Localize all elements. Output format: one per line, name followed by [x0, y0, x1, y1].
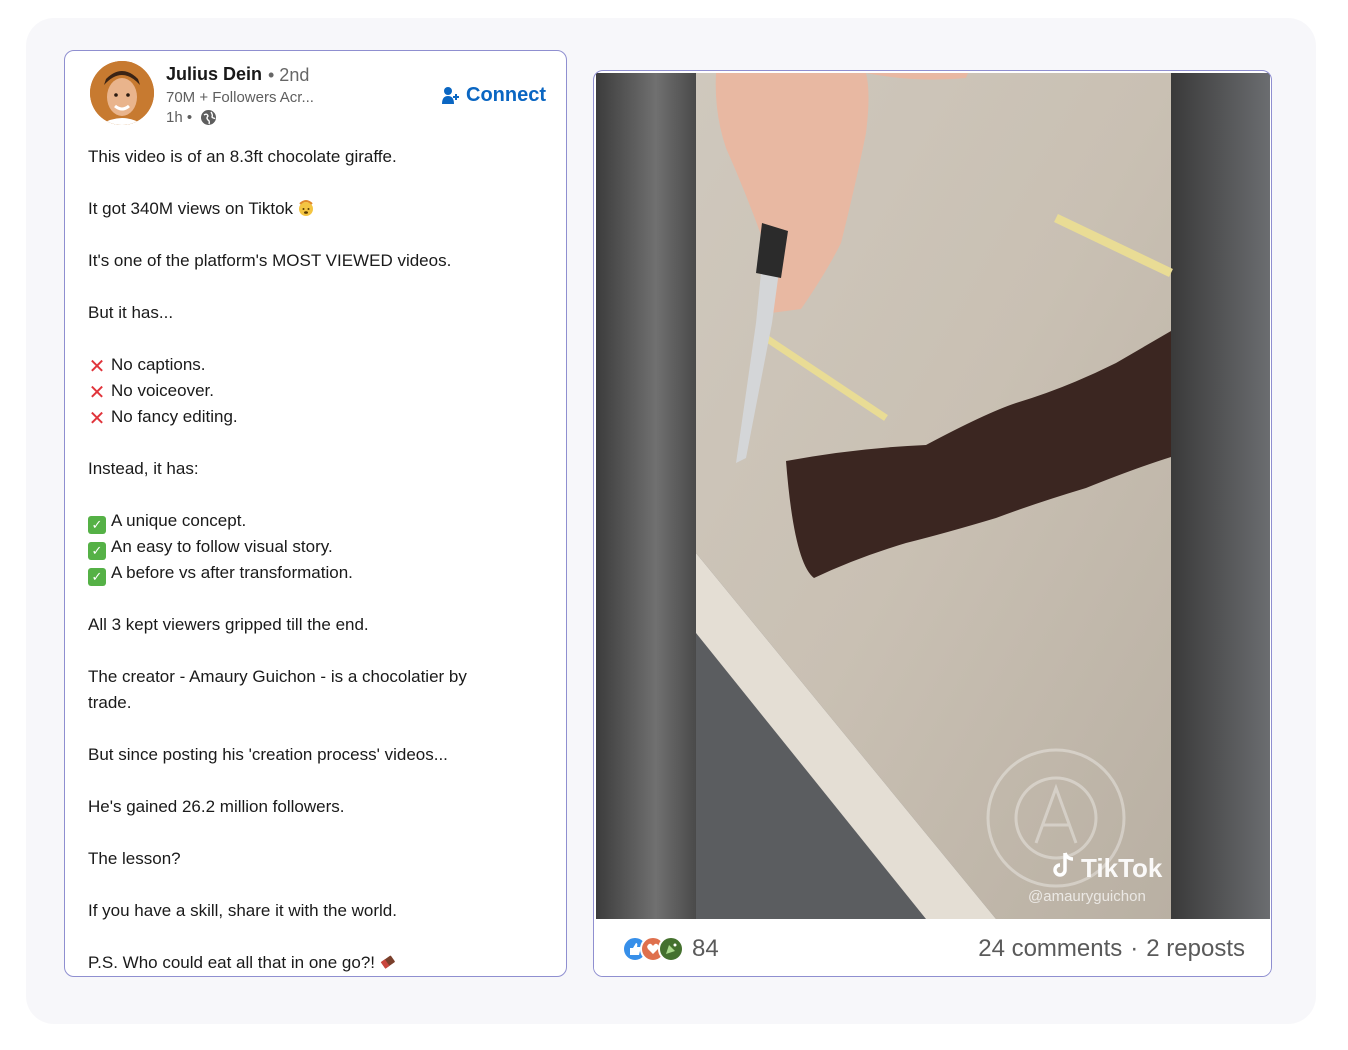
- celebrate-reaction-icon: [658, 936, 684, 962]
- connect-label: Connect: [466, 84, 546, 106]
- post-text-line: The lesson?: [88, 846, 548, 872]
- post-text-line: This video is of an 8.3ft chocolate gira…: [88, 144, 548, 170]
- video-frame-image: [596, 73, 1270, 919]
- check-mark-icon: ✓: [88, 516, 106, 534]
- add-person-icon: [442, 86, 460, 106]
- cross-mark-icon: ✕: [88, 382, 106, 404]
- connect-button[interactable]: Connect: [442, 84, 546, 107]
- post-text-line: [88, 820, 548, 846]
- post-text-line: [88, 872, 548, 898]
- post-text-content: No captions.: [111, 355, 206, 374]
- video-card: TikTok @amauryguichon 84 24 comments · 2…: [593, 70, 1272, 977]
- post-text-line: If you have a skill, share it with the w…: [88, 898, 548, 924]
- post-text-line: [88, 326, 548, 352]
- post-text-content: He's gained 26.2 million followers.: [88, 797, 345, 816]
- author-headline: 70M + Followers Acr...: [166, 89, 314, 106]
- post-text-line: [88, 716, 548, 742]
- post-text-content: No voiceover.: [111, 381, 214, 400]
- post-text-line: [88, 924, 548, 950]
- post-text-line: [88, 768, 548, 794]
- post-text-line: [88, 170, 548, 196]
- tiktok-brand: TikTok: [1081, 853, 1163, 883]
- post-text-line: trade.: [88, 690, 548, 716]
- cross-mark-icon: ✕: [88, 356, 106, 378]
- post-text-line: P.S. Who could eat all that in one go?!: [88, 950, 548, 976]
- post-text-content: A before vs after transformation.: [111, 563, 353, 582]
- post-text-content: If you have a skill, share it with the w…: [88, 901, 397, 920]
- avatar[interactable]: [90, 61, 154, 125]
- post-text-line: Instead, it has:: [88, 456, 548, 482]
- post-time: 1h •: [166, 109, 193, 126]
- tiktok-handle: @amauryguichon: [1028, 888, 1146, 905]
- post-text-line: ✓ A unique concept.: [88, 508, 548, 534]
- post-text-line: ✕ No fancy editing.: [88, 404, 548, 430]
- post-text-content: No fancy editing.: [111, 407, 238, 426]
- post-text-content: trade.: [88, 693, 132, 712]
- post-text-content: But since posting his 'creation process'…: [88, 745, 448, 764]
- post-text-content: It got 340M views on Tiktok: [88, 199, 294, 218]
- social-counts-bar: 84 24 comments · 2 reposts: [594, 919, 1271, 976]
- post-text-content: An easy to follow visual story.: [111, 537, 333, 556]
- post-text-line: It's one of the platform's MOST VIEWED v…: [88, 248, 548, 274]
- tiktok-watermark: TikTok: [1051, 851, 1162, 886]
- post-text-content: P.S. Who could eat all that in one go?!: [88, 953, 375, 972]
- post-text-line: ✓ An easy to follow visual story.: [88, 534, 548, 560]
- post-text-line: [88, 430, 548, 456]
- post-text-line: [88, 274, 548, 300]
- chocolate-bar-emoji-icon: [379, 953, 397, 971]
- post-text-line: The creator - Amaury Guichon - is a choc…: [88, 664, 548, 690]
- post-text-line: [88, 586, 548, 612]
- engagement-counts: 24 comments · 2 reposts: [978, 935, 1245, 963]
- post-text-line: ✕ No captions.: [88, 352, 548, 378]
- post-text-content: All 3 kept viewers gripped till the end.: [88, 615, 369, 634]
- video-player[interactable]: TikTok @amauryguichon: [596, 73, 1270, 919]
- tiktok-logo-icon: [1051, 851, 1075, 886]
- globe-icon: [200, 109, 217, 126]
- reactions[interactable]: 84: [622, 935, 719, 963]
- post-text-line: [88, 222, 548, 248]
- author-name[interactable]: Julius Dein: [166, 64, 262, 85]
- post-text-content: Instead, it has:: [88, 459, 199, 478]
- post-text-line: [88, 638, 548, 664]
- post-card: Julius Dein • 2nd 70M + Followers Acr...…: [64, 50, 567, 977]
- post-text-line: ✓ A before vs after transformation.: [88, 560, 548, 586]
- post-text-line: ✕ No voiceover.: [88, 378, 548, 404]
- check-mark-icon: ✓: [88, 568, 106, 586]
- comments-count[interactable]: 24 comments: [978, 935, 1122, 963]
- post-text-line: He's gained 26.2 million followers.: [88, 794, 548, 820]
- reposts-count[interactable]: 2 reposts: [1146, 935, 1245, 963]
- post-meta: 1h •: [166, 109, 217, 126]
- separator-dot: ·: [1130, 935, 1139, 962]
- post-text-content: This video is of an 8.3ft chocolate gira…: [88, 147, 397, 166]
- connection-degree: • 2nd: [268, 65, 310, 85]
- post-text-line: [88, 482, 548, 508]
- post-text-content: It's one of the platform's MOST VIEWED v…: [88, 251, 452, 270]
- post-text-line: All 3 kept viewers gripped till the end.: [88, 612, 548, 638]
- post-text-content: But it has...: [88, 303, 174, 322]
- mind-blown-emoji-icon: [297, 199, 315, 217]
- post-text-line: But it has...: [88, 300, 548, 326]
- post-text-line: But since posting his 'creation process'…: [88, 742, 548, 768]
- post-text-line: It got 340M views on Tiktok: [88, 196, 548, 222]
- post-text-content: A unique concept.: [111, 511, 247, 530]
- reaction-count: 84: [692, 935, 719, 962]
- post-text-content: The creator - Amaury Guichon - is a choc…: [88, 667, 467, 686]
- cross-mark-icon: ✕: [88, 408, 106, 430]
- check-mark-icon: ✓: [88, 542, 106, 560]
- post-text: This video is of an 8.3ft chocolate gira…: [88, 144, 548, 976]
- post-text-content: The lesson?: [88, 849, 181, 868]
